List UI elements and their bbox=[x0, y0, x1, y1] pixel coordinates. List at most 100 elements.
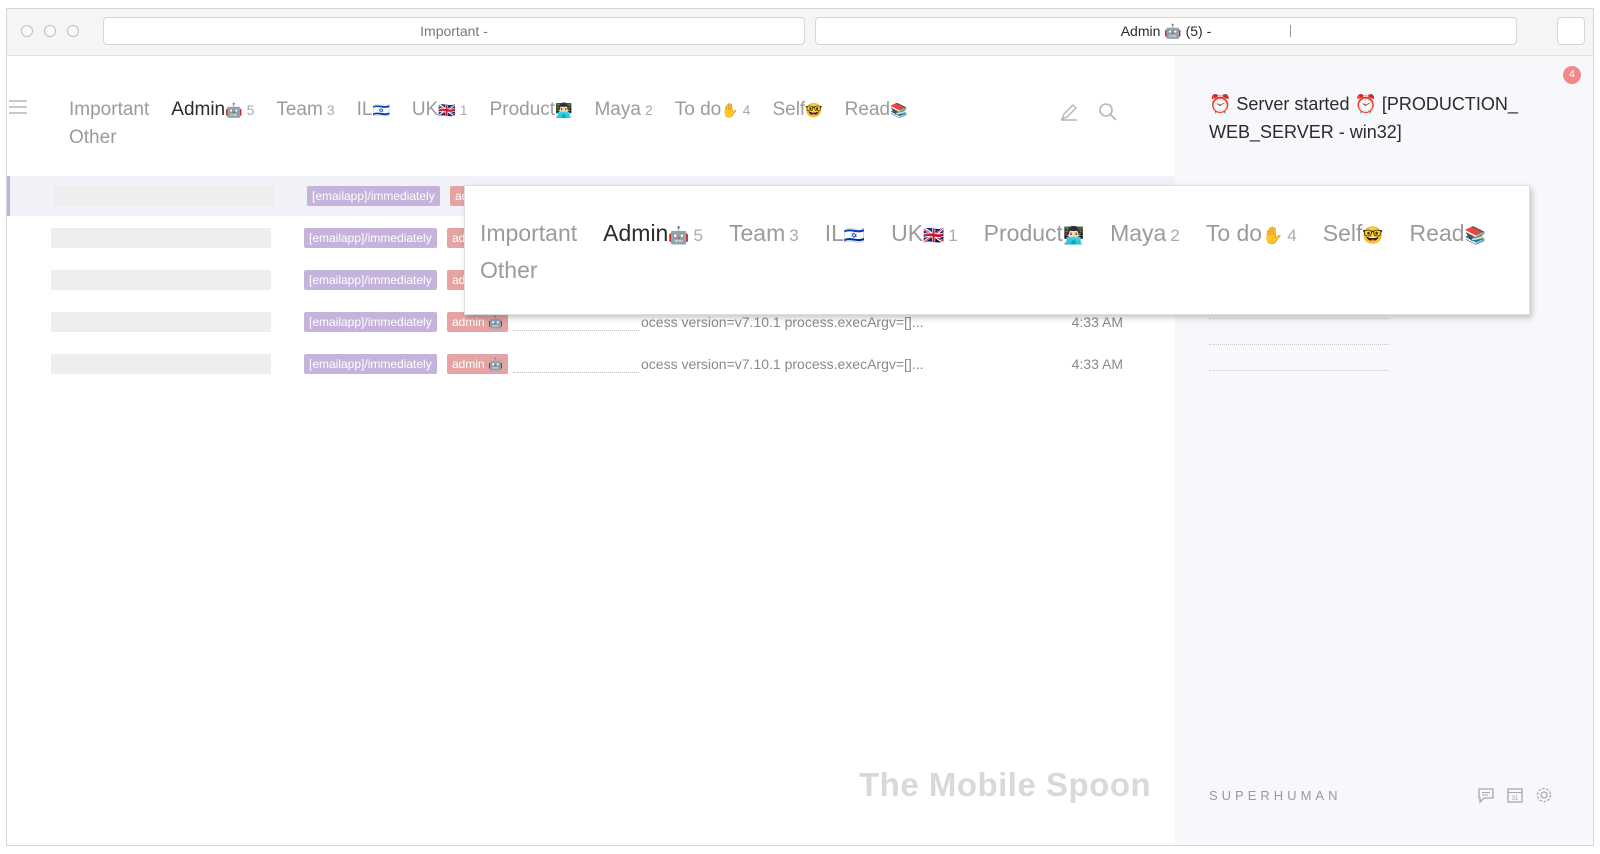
split-label: UK bbox=[891, 220, 924, 246]
search-icon[interactable] bbox=[1098, 102, 1118, 122]
new-window-button[interactable] bbox=[1557, 17, 1585, 45]
message-row[interactable]: [emailapp]/immediately admin 🤖 ocess versi… bbox=[7, 344, 1175, 384]
message-snippet: ocess version=v7.10.1 process.execArgv=[… bbox=[513, 354, 923, 374]
label-tag[interactable]: [emailapp]/immediately bbox=[307, 186, 440, 206]
settings-gear-icon[interactable] bbox=[1535, 786, 1553, 804]
title-bar: Important - Admin 🤖 (5) - bbox=[7, 9, 1593, 56]
message-time: 4:33 AM bbox=[1071, 314, 1123, 330]
split-label: To do bbox=[1205, 220, 1263, 246]
text-cursor bbox=[1290, 25, 1291, 37]
split-tab-important[interactable]: Important bbox=[69, 96, 149, 124]
split-label: To do bbox=[674, 99, 722, 120]
label-tag[interactable]: admin 🤖 bbox=[447, 354, 508, 374]
split-inbox-tabs-zoomed: Important Admin🤖 5 Team 3 IL🇮🇱 UK🇬🇧 1 Product👨🏻‍… bbox=[480, 216, 1520, 287]
split-emoji-icon: 🤖 bbox=[225, 102, 243, 118]
zoomed-split-tab-product[interactable]: Product👨🏻‍💻 bbox=[984, 216, 1084, 253]
snippet-text: ocess version=v7.10.1 process.execArgv=[… bbox=[641, 356, 924, 372]
split-count: 4 bbox=[742, 102, 751, 118]
window-tab-important[interactable]: Important - bbox=[103, 17, 805, 45]
split-emoji-icon: 🇮🇱 bbox=[372, 102, 390, 118]
zoomed-split-tab-read[interactable]: Read📚 bbox=[1410, 216, 1486, 253]
split-label: IL bbox=[356, 99, 373, 120]
split-tab-to-do[interactable]: To do✋ 4 bbox=[675, 96, 751, 124]
zoom-window-button[interactable] bbox=[67, 25, 79, 37]
split-tab-read[interactable]: Read📚 bbox=[845, 96, 908, 124]
app-window: Important - Admin 🤖 (5) - Important Admin… bbox=[6, 8, 1594, 846]
split-count: 2 bbox=[644, 102, 653, 118]
split-label: Maya bbox=[594, 99, 641, 120]
zoomed-split-tab-uk[interactable]: UK🇬🇧 1 bbox=[891, 216, 958, 253]
split-tab-il[interactable]: IL🇮🇱 bbox=[357, 96, 390, 124]
email-body-line bbox=[1209, 332, 1389, 345]
split-tab-other[interactable]: Other bbox=[69, 124, 117, 152]
zoomed-split-tab-to-do[interactable]: To do✋ 4 bbox=[1206, 216, 1297, 253]
split-tab-product[interactable]: Product👨🏻‍💻 bbox=[490, 96, 573, 124]
zoomed-split-tab-other[interactable]: Other bbox=[480, 253, 538, 287]
label-tag[interactable]: admin 🤖 bbox=[447, 312, 508, 332]
label-tag[interactable]: [emailapp]/immediately bbox=[304, 270, 437, 290]
zoomed-split-tab-il[interactable]: IL🇮🇱 bbox=[825, 216, 865, 253]
split-label: Important bbox=[480, 220, 578, 246]
split-emoji-icon: 🤓 bbox=[805, 102, 823, 118]
split-count: 3 bbox=[326, 102, 335, 118]
menu-icon[interactable] bbox=[9, 100, 27, 114]
split-count: 5 bbox=[693, 226, 703, 245]
split-label: Maya bbox=[1110, 220, 1167, 246]
comment-icon[interactable] bbox=[1477, 786, 1495, 804]
calendar-icon[interactable]: 31 bbox=[1506, 786, 1524, 804]
zoomed-split-tab-self[interactable]: Self🤓 bbox=[1323, 216, 1384, 253]
window-tab-admin-label: Admin 🤖 (5) - bbox=[1120, 23, 1212, 39]
sender-redacted bbox=[51, 312, 271, 332]
split-count: 2 bbox=[1170, 226, 1180, 245]
email-body-line bbox=[1209, 358, 1389, 371]
split-label: IL bbox=[824, 220, 844, 246]
notification-badge[interactable]: 4 bbox=[1563, 66, 1581, 84]
reading-pane: 4 ⏰ Server started ⏰ [PRODUCTION_ WEB_SE… bbox=[1175, 56, 1593, 845]
split-tab-self[interactable]: Self🤓 bbox=[772, 96, 822, 124]
split-tab-admin[interactable]: Admin🤖 5 bbox=[171, 96, 254, 124]
label-tag[interactable]: [emailapp]/immediately bbox=[304, 228, 437, 248]
split-label: Important bbox=[69, 99, 150, 120]
split-emoji-icon: 🇬🇧 bbox=[923, 226, 945, 245]
close-window-button[interactable] bbox=[21, 25, 33, 37]
split-tab-uk[interactable]: UK🇬🇧 1 bbox=[412, 96, 468, 124]
split-tab-team[interactable]: Team 3 bbox=[276, 96, 334, 124]
split-emoji-icon: 👨🏻‍💻 bbox=[555, 102, 573, 118]
split-emoji-icon: ✋ bbox=[721, 102, 739, 118]
window-tab-admin[interactable]: Admin 🤖 (5) - bbox=[815, 17, 1517, 45]
split-count: 1 bbox=[948, 226, 958, 245]
message-snippet: ocess version=v7.10.1 process.execArgv=[… bbox=[513, 312, 923, 332]
split-count: 3 bbox=[789, 226, 799, 245]
email-subject: ⏰ Server started ⏰ [PRODUCTION_ WEB_SERV… bbox=[1209, 94, 1518, 142]
split-tab-maya[interactable]: Maya 2 bbox=[594, 96, 652, 124]
label-tag[interactable]: [emailapp]/immediately bbox=[304, 312, 437, 332]
split-label: Team bbox=[729, 220, 786, 246]
split-label: Read bbox=[844, 99, 891, 120]
svg-text:31: 31 bbox=[1512, 796, 1519, 802]
split-label: Other bbox=[480, 257, 538, 283]
message-time: 4:33 AM bbox=[1071, 356, 1123, 372]
split-count: 5 bbox=[246, 102, 255, 118]
split-label: Read bbox=[1409, 220, 1465, 246]
compose-icon[interactable] bbox=[1059, 102, 1079, 122]
label-tag[interactable]: [emailapp]/immediately bbox=[304, 354, 437, 374]
zoomed-split-tab-admin[interactable]: Admin🤖 5 bbox=[603, 216, 703, 253]
minimize-window-button[interactable] bbox=[44, 25, 56, 37]
zoom-callout: Important Admin🤖 5 Team 3 IL🇮🇱 UK🇬🇧 1 Product👨🏻‍… bbox=[464, 185, 1530, 315]
split-label: Product bbox=[489, 99, 556, 120]
split-emoji-icon: 🇬🇧 bbox=[438, 102, 456, 118]
zoomed-split-tab-important[interactable]: Important bbox=[480, 216, 577, 250]
watermark: The Mobile Spoon bbox=[859, 766, 1152, 803]
zoomed-split-tab-team[interactable]: Team 3 bbox=[729, 216, 799, 253]
zoomed-split-tab-maya[interactable]: Maya 2 bbox=[1110, 216, 1180, 253]
inbox-pane: Important Admin🤖 5 Team 3 IL🇮🇱 UK🇬🇧 1 Product👨🏻‍… bbox=[7, 56, 1175, 845]
split-label: Admin bbox=[603, 220, 669, 246]
split-label: UK bbox=[411, 99, 439, 120]
split-label: Team bbox=[276, 99, 323, 120]
split-emoji-icon: 📚 bbox=[890, 102, 908, 118]
snippet-text: ocess version=v7.10.1 process.execArgv=[… bbox=[641, 314, 924, 330]
split-label: Admin bbox=[171, 99, 226, 120]
split-emoji-icon: 🤖 bbox=[668, 226, 690, 245]
redacted-text bbox=[513, 316, 639, 331]
split-emoji-icon: 🇮🇱 bbox=[843, 226, 866, 245]
